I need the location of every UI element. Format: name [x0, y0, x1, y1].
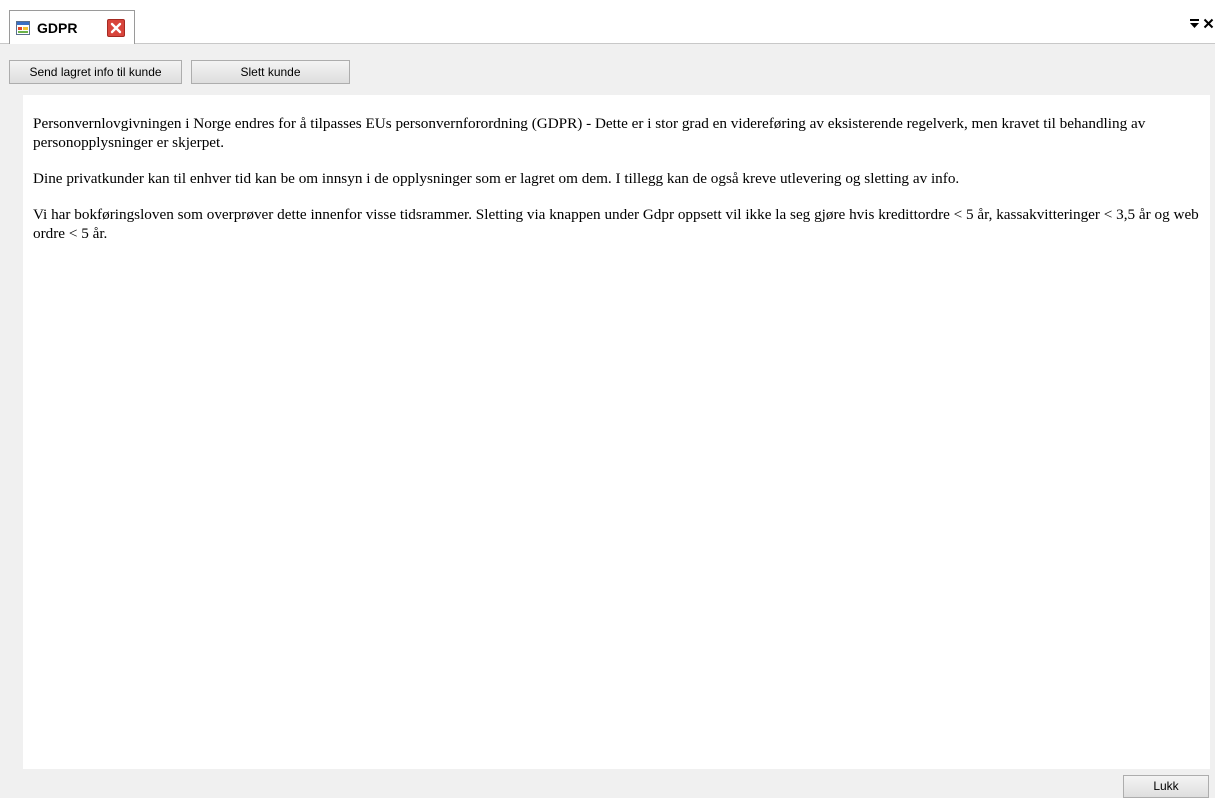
document-tab-strip: GDPR: [0, 0, 1215, 44]
tab-strip-controls: [1189, 13, 1215, 33]
send-stored-info-button[interactable]: Send lagret info til kunde: [9, 60, 182, 84]
tab-gdpr[interactable]: GDPR: [9, 10, 135, 44]
info-paragraph: Vi har bokføringsloven som overprøver de…: [33, 206, 1199, 242]
info-paragraph: Dine privatkunder kan til enhver tid kan…: [33, 170, 960, 187]
close-icon[interactable]: [1203, 16, 1214, 34]
delete-customer-button[interactable]: Slett kunde: [191, 60, 350, 84]
info-paragraph: Personvernlovgivningen i Norge endres fo…: [33, 115, 1146, 151]
form-window-icon: [16, 21, 30, 35]
close-button[interactable]: Lukk: [1123, 775, 1209, 798]
gdpr-panel: Send lagret info til kunde Slett kunde P…: [0, 44, 1215, 798]
gdpr-info-textbox[interactable]: Personvernlovgivningen i Norge endres fo…: [23, 95, 1210, 769]
tab-title: GDPR: [37, 20, 78, 36]
close-tab-icon[interactable]: [107, 19, 125, 37]
gdpr-window: GDPR Send lagret info til kunde Slett ku…: [0, 0, 1215, 798]
tab-list-dropdown-icon[interactable]: [1189, 16, 1200, 34]
